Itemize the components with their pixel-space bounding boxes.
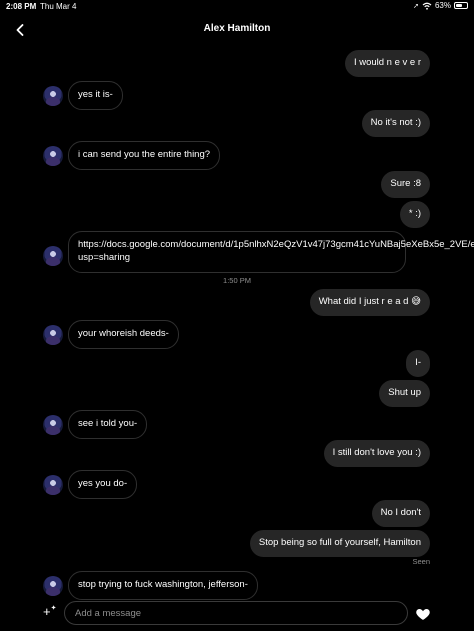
outgoing-message[interactable]: I- — [406, 350, 430, 377]
outgoing-message[interactable]: Stop being so full of yourself, Hamilton — [249, 530, 430, 557]
outgoing-message[interactable]: Sure :8 — [381, 171, 430, 198]
status-indicators: ➚ 63% — [413, 1, 468, 10]
outgoing-message[interactable]: I would n e v e r — [344, 50, 430, 77]
avatar[interactable] — [43, 86, 63, 106]
avatar[interactable] — [43, 415, 63, 435]
battery-fill — [456, 4, 463, 7]
status-time: 2:08 PM — [6, 2, 37, 11]
avatar[interactable] — [43, 146, 63, 166]
avatar[interactable] — [43, 475, 63, 495]
incoming-message[interactable]: stop trying to fuck washington, jefferso… — [68, 571, 258, 600]
seen-indicator: Seen — [412, 557, 430, 566]
message-composer: +✦ — [0, 598, 474, 631]
incoming-message[interactable]: your whoreish deeds- — [68, 320, 179, 349]
battery-percent: 63% — [434, 1, 451, 10]
avatar[interactable] — [43, 576, 63, 596]
plus-sparkle-icon[interactable]: +✦ — [43, 604, 56, 619]
outgoing-message[interactable]: What did I just r e a d 😅 — [309, 289, 430, 316]
incoming-link-message[interactable]: https://docs.google.com/document/d/1p5nl… — [68, 231, 474, 273]
incoming-message[interactable]: yes you do- — [68, 470, 138, 499]
incoming-message[interactable]: see i told you- — [68, 410, 148, 439]
avatar[interactable] — [43, 246, 63, 266]
status-date: Thu Mar 4 — [40, 2, 77, 11]
conversation-header: Alex Hamilton — [0, 14, 474, 46]
outgoing-message[interactable]: * :) — [399, 201, 430, 228]
outgoing-message[interactable]: Shut up — [379, 380, 430, 407]
outgoing-message[interactable]: No I don't — [371, 500, 430, 527]
incoming-message[interactable]: yes it is- — [68, 81, 123, 110]
message-thread[interactable]: I would n e v e r yes it is- No it's not… — [0, 46, 474, 600]
battery-icon — [454, 2, 468, 9]
heart-icon[interactable] — [415, 606, 431, 622]
message-input[interactable] — [64, 601, 408, 625]
outgoing-message[interactable]: I still don't love you :) — [323, 440, 430, 467]
conversation-title[interactable]: Alex Hamilton — [0, 23, 474, 34]
avatar[interactable] — [43, 325, 63, 345]
message-timestamp: 1:50 PM — [223, 276, 251, 285]
outgoing-message[interactable]: No it's not :) — [361, 110, 430, 137]
status-bar: 2:08 PM Thu Mar 4 ➚ 63% — [0, 0, 474, 14]
wifi-icon — [422, 2, 432, 10]
location-icon: ➚ — [413, 2, 419, 10]
incoming-message[interactable]: i can send you the entire thing? — [68, 141, 221, 170]
